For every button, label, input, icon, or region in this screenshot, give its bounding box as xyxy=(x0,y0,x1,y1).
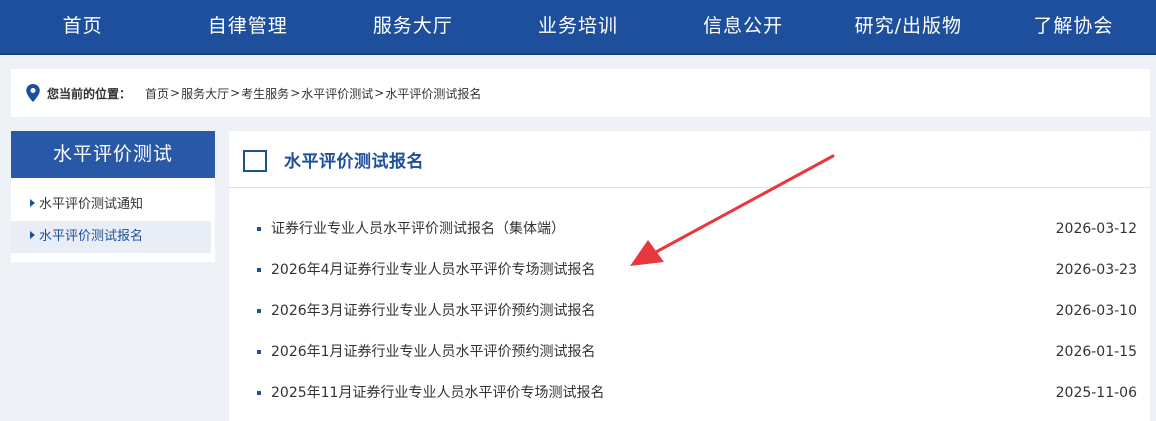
list-item[interactable]: 2026年4月证券行业专业人员水平评价专场测试报名 2026-03-23 xyxy=(229,250,1150,291)
bullet-icon xyxy=(257,227,261,231)
bullet-icon xyxy=(257,268,261,272)
bullet-icon xyxy=(257,309,261,313)
list-item-date: 2026-03-23 xyxy=(1055,262,1137,278)
bullet-icon xyxy=(257,350,261,354)
main-panel: 水平评价测试报名 证券行业专业人员水平评价测试报名（集体端） 2026-03-1… xyxy=(229,131,1150,421)
sidebar-item-registration[interactable]: 水平评价测试报名 xyxy=(11,221,211,253)
breadcrumb-separator: > xyxy=(170,86,181,100)
list-item[interactable]: 证券行业专业人员水平评价测试报名（集体端） 2026-03-12 xyxy=(229,209,1150,250)
breadcrumb-separator: > xyxy=(374,86,385,100)
list-item-title[interactable]: 2025年11月证券行业专业人员水平评价专场测试报名 xyxy=(257,373,604,414)
nav-item-about[interactable]: 了解协会 xyxy=(991,0,1156,54)
list-item-title[interactable]: 证券行业专业人员水平评价测试报名（集体端） xyxy=(257,209,565,250)
list-item-date: 2026-03-10 xyxy=(1055,303,1137,319)
news-list: 证券行业专业人员水平评价测试报名（集体端） 2026-03-12 2026年4月… xyxy=(229,188,1150,414)
sidebar-list: 水平评价测试通知 水平评价测试报名 xyxy=(11,178,215,253)
sidebar-title: 水平评价测试 xyxy=(11,131,215,178)
triangle-right-icon xyxy=(30,231,35,239)
list-item-title[interactable]: 2026年3月证券行业专业人员水平评价预约测试报名 xyxy=(257,291,596,332)
list-item-date: 2026-01-15 xyxy=(1055,344,1137,360)
top-navigation: 首页 自律管理 服务大厅 业务培训 信息公开 研究/出版物 了解协会 xyxy=(0,0,1156,55)
list-item-date: 2026-03-12 xyxy=(1055,221,1137,237)
nav-item-home[interactable]: 首页 xyxy=(0,0,165,54)
main-header: 水平评价测试报名 xyxy=(229,131,1150,188)
list-item[interactable]: 2026年3月证券行业专业人员水平评价预约测试报名 2026-03-10 xyxy=(229,291,1150,332)
list-item-title[interactable]: 2026年1月证券行业专业人员水平评价预约测试报名 xyxy=(257,332,596,373)
map-pin-icon xyxy=(26,84,40,102)
sidebar-item-notice[interactable]: 水平评价测试通知 xyxy=(11,189,211,221)
breadcrumb-item-home[interactable]: 首页 xyxy=(145,85,169,102)
list-item[interactable]: 2025年11月证券行业专业人员水平评价专场测试报名 2025-11-06 xyxy=(229,373,1150,414)
nav-item-research[interactable]: 研究/出版物 xyxy=(826,0,991,54)
breadcrumb-separator: > xyxy=(230,86,241,100)
square-frame-icon xyxy=(243,150,267,172)
sidebar: 水平评价测试 水平评价测试通知 水平评价测试报名 xyxy=(11,131,215,262)
breadcrumb-item-candidate-service[interactable]: 考生服务 xyxy=(241,85,289,102)
page-title: 水平评价测试报名 xyxy=(284,151,424,172)
list-item-title[interactable]: 2026年4月证券行业专业人员水平评价专场测试报名 xyxy=(257,250,596,291)
breadcrumb-separator: > xyxy=(290,86,301,100)
triangle-right-icon xyxy=(30,199,35,207)
breadcrumb-item-registration[interactable]: 水平评价测试报名 xyxy=(385,85,481,102)
breadcrumb-item-evaluation-test[interactable]: 水平评价测试 xyxy=(301,85,373,102)
nav-item-training[interactable]: 业务培训 xyxy=(495,0,660,54)
list-item[interactable]: 2026年1月证券行业专业人员水平评价预约测试报名 2026-01-15 xyxy=(229,332,1150,373)
list-item-date: 2025-11-06 xyxy=(1055,385,1137,401)
sidebar-item-label: 水平评价测试通知 xyxy=(39,197,144,212)
breadcrumb-label: 您当前的位置： xyxy=(47,86,132,101)
nav-item-service-hall[interactable]: 服务大厅 xyxy=(330,0,495,54)
breadcrumb: 您当前的位置： 首页 > 服务大厅 > 考生服务 > 水平评价测试 > 水平评价… xyxy=(11,69,1150,117)
bullet-icon xyxy=(257,391,261,395)
nav-item-disclosure[interactable]: 信息公开 xyxy=(661,0,826,54)
nav-item-self-regulation[interactable]: 自律管理 xyxy=(165,0,330,54)
sidebar-item-label: 水平评价测试报名 xyxy=(39,229,144,244)
breadcrumb-item-service-hall[interactable]: 服务大厅 xyxy=(181,85,229,102)
